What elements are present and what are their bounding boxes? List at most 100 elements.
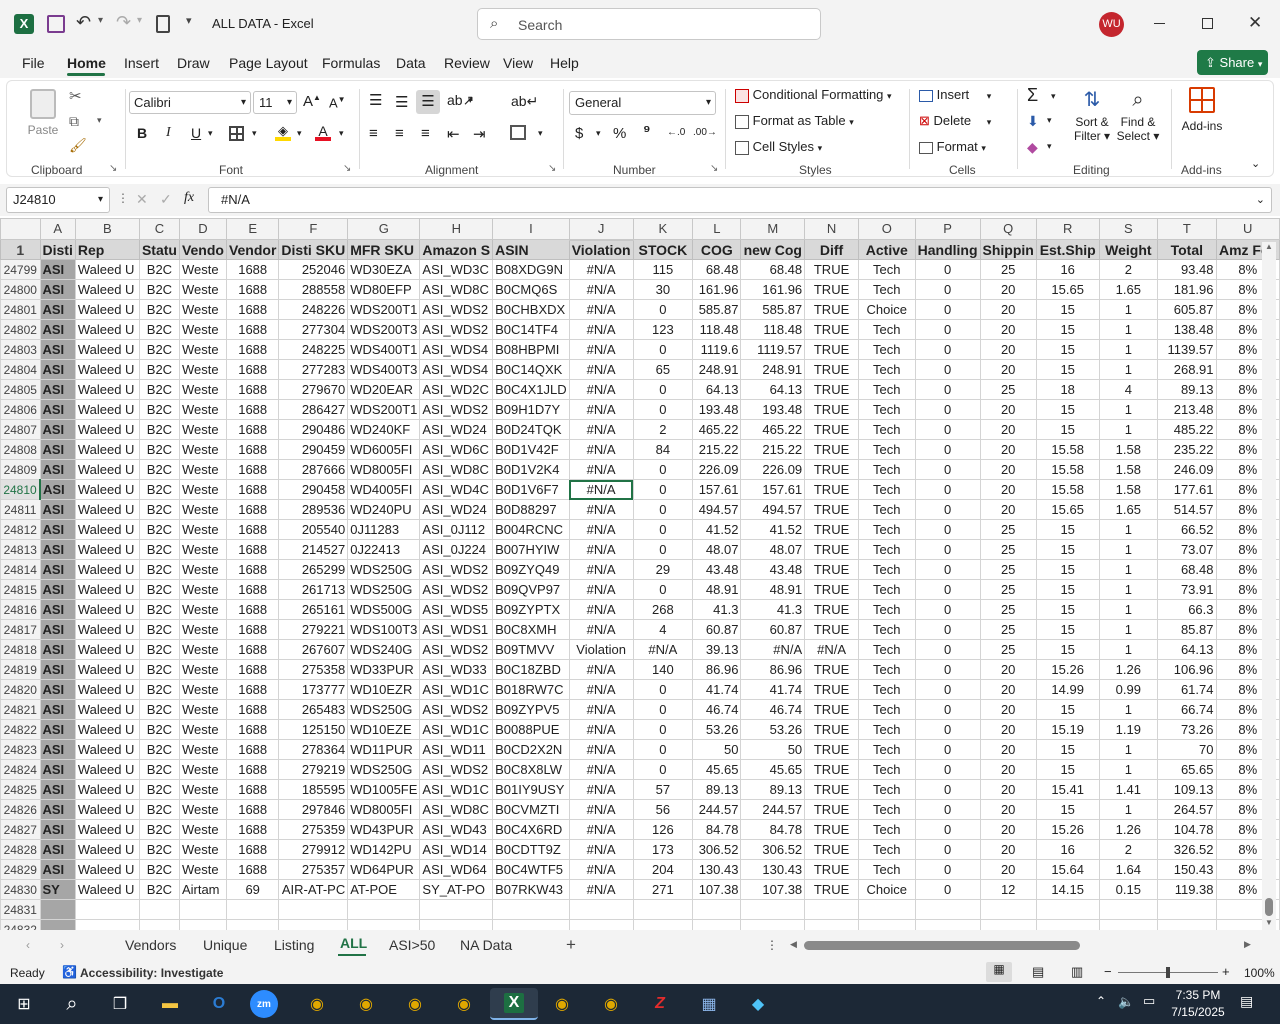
comma-style-icon[interactable]: ⁹: [643, 123, 651, 141]
cell[interactable]: 20: [979, 359, 1037, 380]
cell[interactable]: Choice: [857, 879, 916, 900]
cell[interactable]: WDS400T3: [347, 359, 421, 380]
cell[interactable]: B0C4X1JLD: [492, 379, 570, 400]
column-header-s[interactable]: S: [1098, 218, 1159, 240]
cell[interactable]: TRUE: [804, 519, 859, 540]
cell[interactable]: 268.91: [1157, 359, 1217, 380]
underline-icon[interactable]: U: [191, 125, 201, 141]
cell[interactable]: 123: [632, 319, 694, 340]
cell[interactable]: B2C: [138, 319, 180, 340]
cell[interactable]: 0: [914, 819, 981, 840]
cell[interactable]: Weste: [178, 359, 227, 380]
cell[interactable]: 0: [914, 479, 981, 500]
cell[interactable]: Tech: [857, 859, 916, 880]
zoom-in-icon[interactable]: +: [1222, 964, 1230, 979]
clipboard-launcher-icon[interactable]: ↘: [109, 163, 117, 174]
cell[interactable]: 0: [914, 459, 981, 480]
zoom-level[interactable]: 100%: [1244, 966, 1275, 980]
row-header[interactable]: 24826: [0, 799, 41, 820]
cell[interactable]: 177.61: [1157, 479, 1217, 500]
column-header-g[interactable]: G: [347, 218, 421, 240]
customize-qat-icon[interactable]: ▾: [186, 14, 192, 27]
column-title[interactable]: Disti: [39, 239, 76, 260]
cell[interactable]: 0: [914, 619, 981, 640]
cell[interactable]: 126: [632, 819, 694, 840]
cell[interactable]: 0: [632, 339, 694, 360]
cell[interactable]: 138.48: [1157, 319, 1217, 340]
cell[interactable]: ASI: [39, 579, 76, 600]
cell[interactable]: TRUE: [804, 259, 859, 280]
cell[interactable]: 20: [979, 759, 1037, 780]
cell[interactable]: Waleed U: [74, 459, 140, 480]
cell[interactable]: 20: [979, 279, 1037, 300]
cell[interactable]: 226.09: [692, 459, 742, 480]
cell[interactable]: Choice: [857, 299, 916, 320]
cell[interactable]: Weste: [178, 319, 227, 340]
search-box[interactable]: ⌕ Search: [477, 8, 821, 40]
cell[interactable]: 1688: [225, 539, 280, 560]
prev-sheet-icon[interactable]: ‹: [26, 938, 30, 952]
cell[interactable]: SY: [39, 879, 76, 900]
cell[interactable]: Tech: [857, 439, 916, 460]
cell[interactable]: 15: [1035, 419, 1100, 440]
row-header[interactable]: 1: [0, 239, 41, 260]
cell[interactable]: 25: [979, 599, 1037, 620]
cell[interactable]: ASI_WDS2: [419, 299, 494, 320]
cell[interactable]: Tech: [857, 479, 916, 500]
cell[interactable]: B0CHBXDX: [492, 299, 570, 320]
cell[interactable]: 15: [1035, 519, 1100, 540]
cell[interactable]: B2C: [138, 499, 180, 520]
cell[interactable]: ASI: [39, 359, 76, 380]
horizontal-scrollbar[interactable]: [804, 941, 1080, 950]
cell[interactable]: Weste: [178, 839, 227, 860]
cell[interactable]: 107.38: [692, 879, 742, 900]
cell[interactable]: 73.07: [1157, 539, 1217, 560]
cell[interactable]: TRUE: [804, 799, 859, 820]
cell[interactable]: B2C: [138, 659, 180, 680]
cell[interactable]: 4: [1098, 379, 1159, 400]
cell[interactable]: 15: [1035, 579, 1100, 600]
cell[interactable]: 1688: [225, 679, 280, 700]
cell[interactable]: ASI: [39, 539, 76, 560]
orientation-dropdown-icon[interactable]: ▾: [468, 95, 473, 106]
cell[interactable]: ASI: [39, 599, 76, 620]
column-title[interactable]: Active: [857, 239, 916, 260]
cell[interactable]: 0: [914, 739, 981, 760]
row-header[interactable]: 24811: [0, 499, 41, 520]
cell[interactable]: 267607: [278, 639, 349, 660]
column-header-u[interactable]: U: [1215, 218, 1280, 240]
tray-expand-icon[interactable]: ⌃: [1096, 994, 1106, 1008]
autosum-dropdown-icon[interactable]: ▾: [1051, 91, 1056, 102]
cell[interactable]: B2C: [138, 719, 180, 740]
cell[interactable]: 106.96: [1157, 659, 1217, 680]
cell[interactable]: 0: [914, 659, 981, 680]
cell[interactable]: Tech: [857, 619, 916, 640]
cell[interactable]: ASI: [39, 819, 76, 840]
cell[interactable]: 70: [1157, 739, 1217, 760]
cell[interactable]: TRUE: [804, 419, 859, 440]
cell[interactable]: 0: [914, 719, 981, 740]
cell[interactable]: B09QVP97: [492, 579, 570, 600]
row-header[interactable]: 24809: [0, 459, 41, 480]
cell[interactable]: 29: [632, 559, 694, 580]
cell[interactable]: Weste: [178, 759, 227, 780]
cell[interactable]: B01IY9USY: [492, 779, 570, 800]
cell[interactable]: WD240KF: [347, 419, 421, 440]
cell[interactable]: 1688: [225, 779, 280, 800]
copy-icon[interactable]: ⧉: [69, 113, 79, 130]
cell[interactable]: 264.57: [1157, 799, 1217, 820]
cell[interactable]: Waleed U: [74, 859, 140, 880]
cell[interactable]: Waleed U: [74, 379, 140, 400]
cell[interactable]: #N/A: [740, 639, 806, 660]
cell[interactable]: 0: [632, 299, 694, 320]
cell[interactable]: ASI_WD1C: [419, 679, 494, 700]
font-color-dropdown-icon[interactable]: ▾: [339, 128, 344, 139]
cell[interactable]: [857, 919, 916, 930]
cell[interactable]: 0: [632, 379, 694, 400]
cell[interactable]: WD6005FI: [347, 439, 421, 460]
cell[interactable]: TRUE: [804, 299, 859, 320]
cell[interactable]: 65: [632, 359, 694, 380]
cell[interactable]: 1.26: [1098, 659, 1159, 680]
row-header[interactable]: 24814: [0, 559, 41, 580]
form-icon[interactable]: [156, 15, 170, 33]
